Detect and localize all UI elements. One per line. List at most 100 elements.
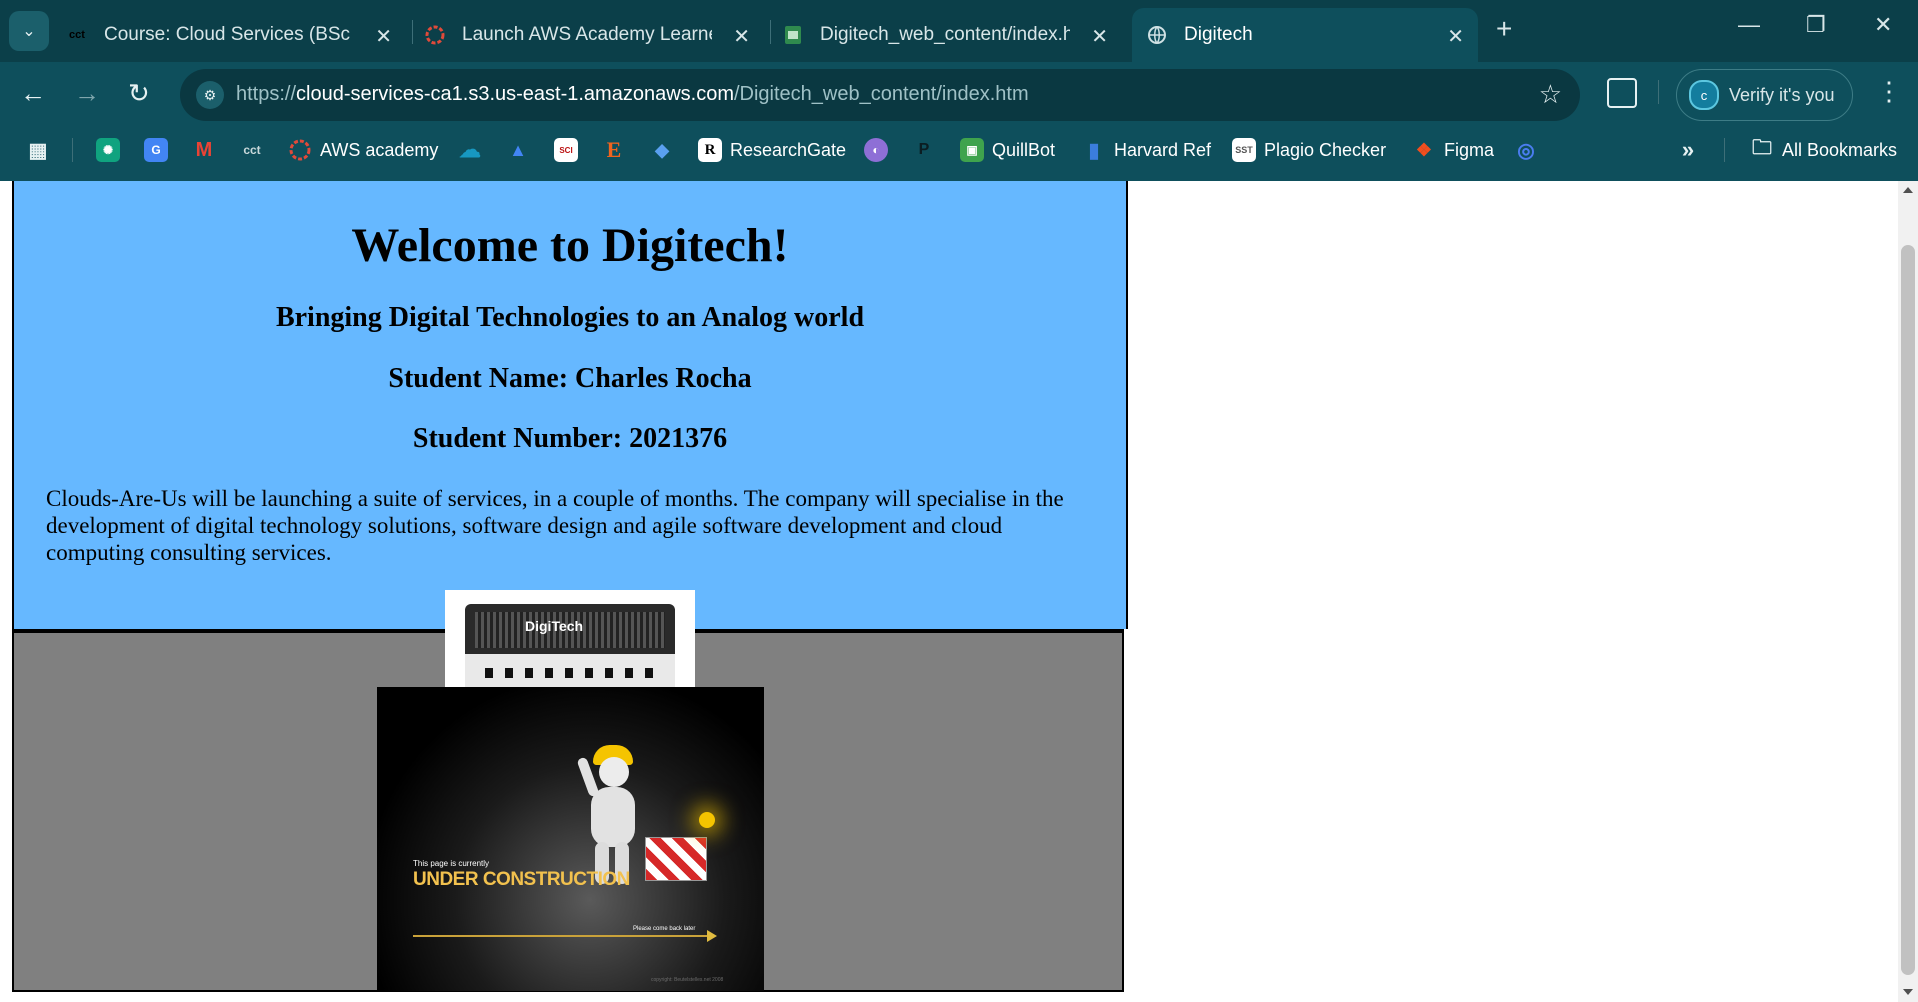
bookmark-researchgate[interactable]: R ResearchGate bbox=[698, 136, 846, 164]
bookmark-label: Harvard Ref bbox=[1114, 139, 1212, 160]
company-description: Clouds-Are-Us will be launching a suite … bbox=[46, 486, 1064, 565]
close-window-button[interactable]: ✕ bbox=[1874, 12, 1892, 38]
bookmark-harvard-ref[interactable]: ▮ Harvard Ref bbox=[1082, 136, 1211, 164]
close-icon[interactable]: ✕ bbox=[375, 24, 392, 49]
student-name: Student Name: Charles Rocha bbox=[388, 363, 752, 394]
aws-academy-icon bbox=[424, 24, 446, 46]
bookmark-pixabay[interactable]: P bbox=[912, 136, 936, 164]
tab-aws-academy[interactable]: Launch AWS Academy Learner L ✕ bbox=[424, 8, 764, 62]
tab-search-button[interactable]: ⌄ bbox=[9, 11, 49, 51]
worker-head bbox=[599, 757, 629, 787]
restore-icon: ❐ bbox=[1806, 12, 1826, 37]
tab-course[interactable]: cct Course: Cloud Services (BSc (Ho ✕ bbox=[66, 8, 406, 62]
bookmark-label: Figma bbox=[1444, 139, 1495, 160]
minimize-button[interactable]: — bbox=[1738, 12, 1760, 38]
gmail-icon: M bbox=[195, 138, 213, 161]
address-bar[interactable]: ⚙ https://cloud-services-ca1.s3.us-east-… bbox=[180, 69, 1580, 121]
bookmarks-separator bbox=[72, 138, 73, 162]
bookmark-etsy[interactable]: E bbox=[602, 136, 626, 164]
verify-label: Verify it's you bbox=[1729, 84, 1835, 105]
chatgpt-icon: ✺ bbox=[96, 138, 120, 162]
close-icon[interactable]: ✕ bbox=[733, 24, 750, 49]
researchgate-icon: R bbox=[698, 138, 722, 162]
figma-icon: ❖ bbox=[1415, 139, 1433, 160]
bookmark-salesforce[interactable]: ☁ bbox=[458, 136, 482, 164]
tab-title: Launch AWS Academy Learner L bbox=[462, 24, 712, 45]
salesforce-icon: ☁ bbox=[459, 137, 481, 162]
close-icon[interactable]: ✕ bbox=[1091, 24, 1108, 49]
bookmark-sci-hub[interactable]: SCI bbox=[554, 136, 578, 164]
chevron-double-right-icon: » bbox=[1681, 137, 1695, 162]
url-scheme: https:// bbox=[236, 83, 297, 105]
tab-digitech[interactable]: Digitech ✕ bbox=[1132, 8, 1478, 62]
more-vert-icon: ⋮ bbox=[1876, 76, 1902, 106]
url-host: cloud-services-ca1.s3.us-east-1.amazonaw… bbox=[296, 83, 734, 105]
menu-button[interactable]: ⋮ bbox=[1876, 76, 1902, 107]
scrollbar-thumb[interactable] bbox=[1901, 245, 1915, 975]
bookmark-planet[interactable]: ◐ bbox=[864, 136, 888, 164]
all-bookmarks-button[interactable]: 🗀 All Bookmarks bbox=[1750, 136, 1897, 164]
bookmark-icon: ▮ bbox=[1088, 139, 1100, 162]
vertical-scrollbar[interactable] bbox=[1898, 181, 1918, 1002]
student-number: Student Number: 2021376 bbox=[412, 423, 728, 454]
graduation-icon: ◆ bbox=[655, 139, 669, 160]
chevron-down-icon: ⌄ bbox=[22, 23, 36, 40]
url-text[interactable]: https://cloud-services-ca1.s3.us-east-1.… bbox=[236, 83, 1029, 106]
bookmark-star-icon[interactable]: ☆ bbox=[1539, 79, 1562, 110]
bookmark-label: QuillBot bbox=[992, 139, 1056, 160]
tab-separator bbox=[770, 20, 771, 44]
close-icon: ✕ bbox=[1874, 12, 1893, 37]
bookmark-aws-academy[interactable]: AWS academy bbox=[288, 136, 438, 164]
reload-icon: ↻ bbox=[128, 78, 150, 108]
close-icon[interactable]: ✕ bbox=[1447, 24, 1464, 49]
bookmarks-separator bbox=[1724, 138, 1725, 162]
back-button[interactable]: ← bbox=[20, 78, 46, 109]
bookmark-fingerprint[interactable]: ◎ bbox=[1514, 136, 1538, 164]
construction-title: UNDER CONSTRUCTION bbox=[413, 869, 630, 890]
bookmark-cct[interactable]: cct bbox=[240, 136, 264, 164]
arrow-head bbox=[707, 930, 717, 942]
cct-icon: cct bbox=[243, 143, 261, 157]
pixabay-icon: P bbox=[918, 141, 930, 158]
folder-icon: 🗀 bbox=[1752, 137, 1772, 159]
tagline: Bringing Digital Technologies to an Anal… bbox=[275, 302, 865, 333]
tab-strip: ⌄ cct Course: Cloud Services (BSc (Ho ✕ … bbox=[0, 0, 1918, 62]
site-info-icon[interactable]: ⚙ bbox=[196, 81, 224, 109]
bookmark-gmail[interactable]: M bbox=[192, 136, 216, 164]
bookmark-graduation[interactable]: ◆ bbox=[650, 136, 674, 164]
bookmark-quillbot[interactable]: ▣ QuillBot bbox=[960, 136, 1055, 164]
bookmarks-overflow-button[interactable]: » bbox=[1676, 136, 1700, 164]
worker-body bbox=[591, 787, 635, 847]
bookmark-figma[interactable]: ❖ Figma bbox=[1412, 136, 1494, 164]
forward-button[interactable]: → bbox=[74, 78, 100, 109]
warning-lamp bbox=[699, 812, 715, 828]
bookmark-translate[interactable]: G bbox=[144, 136, 168, 164]
extensions-icon[interactable] bbox=[1607, 78, 1637, 108]
bookmark-apps[interactable]: ▦ bbox=[26, 136, 50, 164]
scroll-up-arrow[interactable] bbox=[1903, 187, 1913, 193]
scroll-down-arrow[interactable] bbox=[1903, 989, 1913, 995]
arrow-right-icon: → bbox=[74, 78, 100, 108]
reload-button[interactable]: ↻ bbox=[128, 78, 150, 109]
bookmark-label: Plagio Checker bbox=[1264, 139, 1387, 160]
profile-verify-button[interactable]: c Verify it's you bbox=[1676, 69, 1853, 121]
all-bookmarks-label: All Bookmarks bbox=[1782, 139, 1898, 160]
tab-index-file[interactable]: Digitech_web_content/index.htm ✕ bbox=[782, 8, 1122, 62]
bookmark-label: AWS academy bbox=[320, 139, 439, 160]
page-viewport: Welcome to Digitech! Bringing Digital Te… bbox=[0, 181, 1898, 1002]
globe-icon bbox=[1146, 24, 1168, 46]
amp-panel bbox=[465, 654, 675, 690]
sst-icon: SST bbox=[1232, 138, 1256, 162]
restore-button[interactable]: ❐ bbox=[1806, 12, 1826, 38]
bookmark-chatgpt[interactable]: ✺ bbox=[96, 136, 120, 164]
bookmark-label: ResearchGate bbox=[730, 139, 847, 160]
bookmark-plagio-checker[interactable]: SST Plagio Checker bbox=[1232, 136, 1386, 164]
barricade bbox=[645, 837, 707, 881]
tab-title: Digitech_web_content/index.htm bbox=[820, 24, 1070, 45]
bookmark-drive[interactable]: ▲ bbox=[506, 136, 530, 164]
avatar: c bbox=[1689, 80, 1719, 110]
aws-academy-icon bbox=[288, 138, 312, 162]
arrow-line bbox=[413, 935, 709, 937]
hero-section: Welcome to Digitech! Bringing Digital Te… bbox=[12, 181, 1128, 629]
new-tab-button[interactable]: + bbox=[1496, 13, 1512, 45]
